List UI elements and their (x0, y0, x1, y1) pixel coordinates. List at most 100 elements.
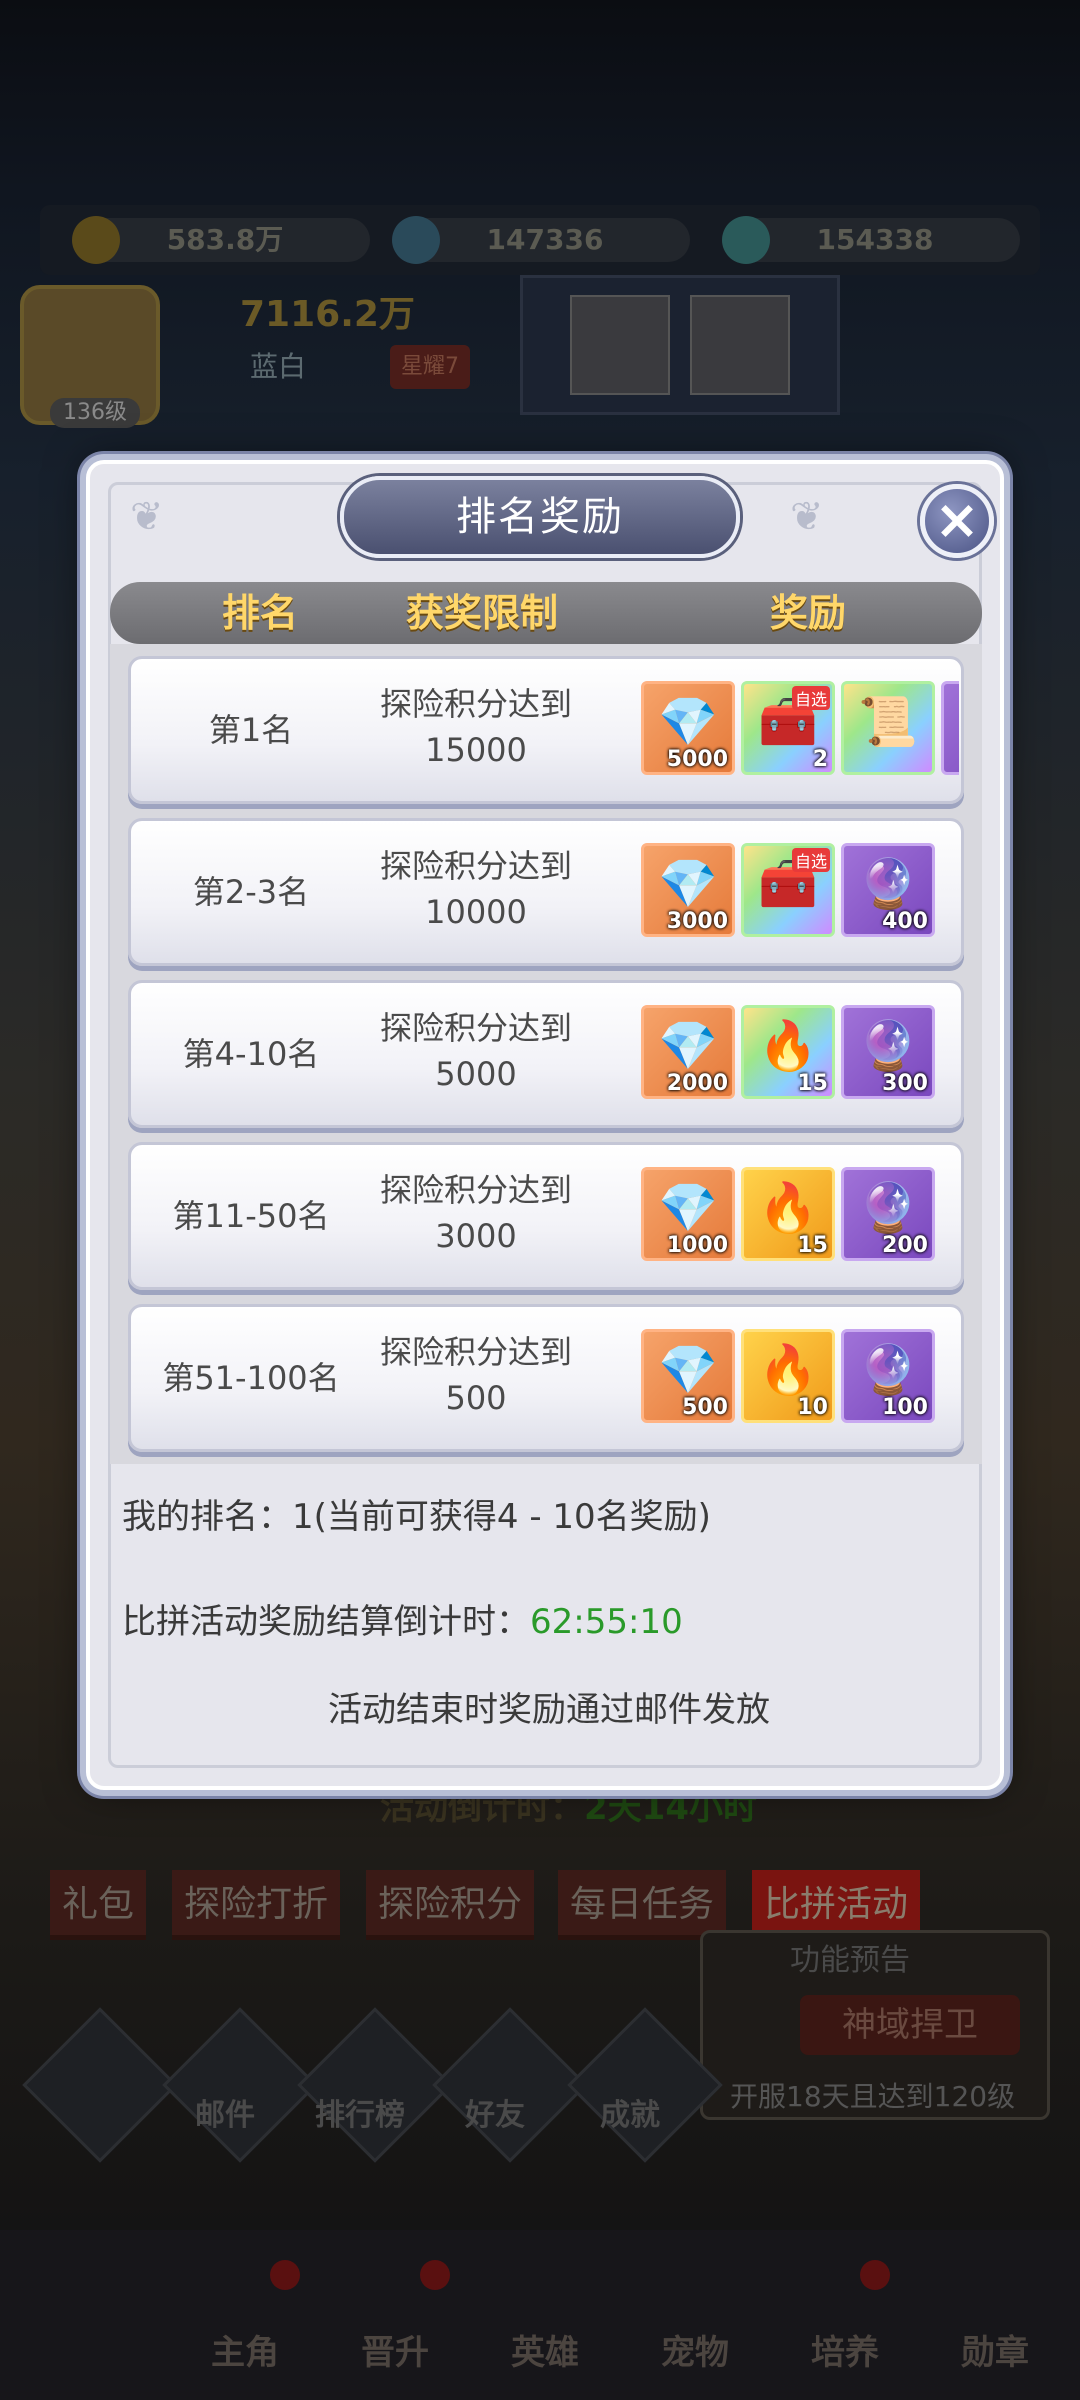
scroll-icon: 📜 (858, 694, 918, 750)
resource-gem[interactable]: 147336 (392, 216, 690, 264)
close-button[interactable]: × (920, 484, 994, 558)
gem-icon (392, 216, 440, 264)
countdown-value: 62:55:10 (530, 1602, 683, 1642)
nav-promotion[interactable]: 晋升 (335, 2325, 455, 2374)
item-quantity: 200 (882, 1233, 928, 1258)
reward-item[interactable]: 🔮 200 (841, 1167, 935, 1261)
reward-list[interactable]: 第1名 探险积分达到 15000 💎 5000 🧰 自选 2 📜 第2-3名 探… (110, 644, 982, 1464)
row-requirement: 探险积分达到 500 (361, 1329, 591, 1421)
reward-item[interactable]: 🔥 15 (741, 1167, 835, 1261)
diamond-icon: 💎 (658, 1342, 718, 1398)
close-icon: × (934, 488, 980, 551)
row-rank: 第4-10名 (182, 1035, 320, 1073)
item-quantity: 2000 (666, 1071, 728, 1096)
nav-medals[interactable]: 勋章 (935, 2325, 1055, 2374)
reward-item[interactable]: 💎 5000 (641, 681, 735, 775)
resource-crystal[interactable]: 154338 (722, 216, 1020, 264)
reward-item[interactable]: 🔮 100 (841, 1329, 935, 1423)
requirement-label: 探险积分达到 (379, 685, 572, 723)
crystal-icon (722, 216, 770, 264)
reward-item[interactable]: 📜 (841, 681, 935, 775)
notification-dot (420, 2260, 450, 2290)
row-requirement: 探险积分达到 3000 (361, 1167, 591, 1259)
requirement-label: 探险积分达到 (379, 1171, 572, 1209)
item-quantity: 400 (882, 909, 928, 934)
player-power: 7116.2万 (240, 294, 415, 335)
reward-items[interactable]: 💎 2000 🔥 15 🔮 300 (641, 1005, 959, 1105)
reward-item[interactable]: 🧰 自选 2 (741, 681, 835, 775)
reward-item[interactable]: 💎 3000 (641, 843, 735, 937)
row-rank: 第51-100名 (162, 1359, 340, 1397)
reward-item[interactable]: 🔥 15 (741, 1005, 835, 1099)
dialog-title: 排名奖励 (456, 494, 624, 540)
requirement-value: 500 (445, 1379, 507, 1417)
diamond-icon: 💎 (658, 1018, 718, 1074)
reward-row: 第4-10名 探险积分达到 5000 💎 2000 🔥 15 🔮 300 (128, 980, 964, 1128)
requirement-value: 3000 (435, 1217, 517, 1255)
optional-tag: 自选 (791, 848, 830, 872)
reward-items[interactable]: 💎 500 🔥 10 🔮 100 (641, 1329, 959, 1429)
row-rank: 第11-50名 (172, 1197, 330, 1235)
reward-item[interactable]: 🔮 (941, 681, 959, 775)
nav-heroes[interactable]: 英雄 (485, 2325, 605, 2374)
friends-label: 好友 (465, 2098, 525, 2133)
reward-row: 第11-50名 探险积分达到 3000 💎 1000 🔥 15 🔮 200 (128, 1142, 964, 1290)
requirement-label: 探险积分达到 (379, 1009, 572, 1047)
optional-tag: 自选 (791, 686, 830, 710)
countdown-label: 比拼活动奖励结算倒计时： (122, 1602, 530, 1642)
reward-row: 第51-100名 探险积分达到 500 💎 500 🔥 10 🔮 100 (128, 1304, 964, 1452)
item-quantity: 500 (682, 1395, 728, 1420)
my-rank-text: 我的排名：1(当前可获得4 - 10名奖励) (122, 1497, 711, 1537)
mail-icon[interactable] (162, 2007, 318, 2163)
crystal-ball-icon: 🔮 (858, 1018, 918, 1074)
reward-item[interactable]: 💎 1000 (641, 1167, 735, 1261)
reward-items[interactable]: 💎 5000 🧰 自选 2 📜 🔮 (641, 681, 959, 781)
header-rank: 排名 (222, 591, 299, 635)
friends-icon[interactable] (432, 2007, 588, 2163)
item-quantity: 15 (797, 1071, 828, 1096)
nav-pets[interactable]: 宠物 (635, 2325, 755, 2374)
requirement-label: 探险积分达到 (379, 847, 572, 885)
tab-daily-tasks[interactable]: 每日任务 (558, 1870, 727, 1940)
leaderboard-icon[interactable] (297, 2007, 453, 2163)
row-requirement: 探险积分达到 5000 (361, 1005, 591, 1097)
tab-explore-points[interactable]: 探险积分 (366, 1870, 535, 1940)
bottom-nav (0, 2230, 1080, 2400)
reward-item[interactable]: 🔥 10 (741, 1329, 835, 1423)
notification-dot (860, 2260, 890, 2290)
tab-gift-pack[interactable]: 礼包 (50, 1870, 147, 1940)
reward-item[interactable]: 💎 2000 (641, 1005, 735, 1099)
leaderboard-label: 排行榜 (315, 2098, 405, 2133)
rainbow-flame-icon: 🔥 (758, 1018, 818, 1074)
reward-items[interactable]: 💎 1000 🔥 15 🔮 200 (641, 1167, 959, 1267)
item-quantity: 2 (812, 747, 828, 772)
item-quantity: 15 (797, 1233, 828, 1258)
reward-item[interactable]: 🔮 300 (841, 1005, 935, 1099)
settlement-countdown: 比拼活动奖励结算倒计时：62:55:10 (122, 1594, 683, 1643)
rank-reward-dialog: ❦ ❦ 排名奖励 × 排名 获奖限制 奖励 第1名 探险积分达到 15000 💎… (86, 460, 1004, 1790)
reward-item[interactable]: 🔮 400 (841, 843, 935, 937)
ornament-left: ❦ (130, 494, 164, 540)
feature-preview-note: 开服18天且达到120级 (730, 2080, 1016, 2113)
hero-portrait[interactable] (690, 295, 790, 395)
requirement-value: 5000 (435, 1055, 517, 1093)
mail-label: 邮件 (195, 2098, 255, 2133)
diamond-icon: 💎 (658, 1180, 718, 1236)
row-rank: 第2-3名 (192, 873, 310, 911)
feature-preview-button[interactable]: 神域捍卫 (800, 1995, 1020, 2055)
countdown-value: 2天14小时 (584, 1788, 757, 1828)
row-rank: 第1名 (208, 711, 294, 749)
resource-coin[interactable]: 583.8万 (72, 216, 370, 264)
nav-training[interactable]: 培养 (785, 2325, 905, 2374)
minus-icon[interactable] (22, 2007, 178, 2163)
reward-items[interactable]: 💎 3000 🧰 自选 🔮 400 (641, 843, 959, 943)
row-requirement: 探险积分达到 15000 (361, 681, 591, 773)
reward-item[interactable]: 🧰 自选 (741, 843, 835, 937)
tab-explore-discount[interactable]: 探险打折 (172, 1870, 341, 1940)
nav-hero-main[interactable]: 主角 (185, 2325, 305, 2374)
column-header: 排名 获奖限制 奖励 (110, 582, 982, 644)
crystal-ball-icon: 🔮 (858, 1342, 918, 1398)
item-quantity: 300 (882, 1071, 928, 1096)
hero-portrait[interactable] (570, 295, 670, 395)
reward-item[interactable]: 💎 500 (641, 1329, 735, 1423)
